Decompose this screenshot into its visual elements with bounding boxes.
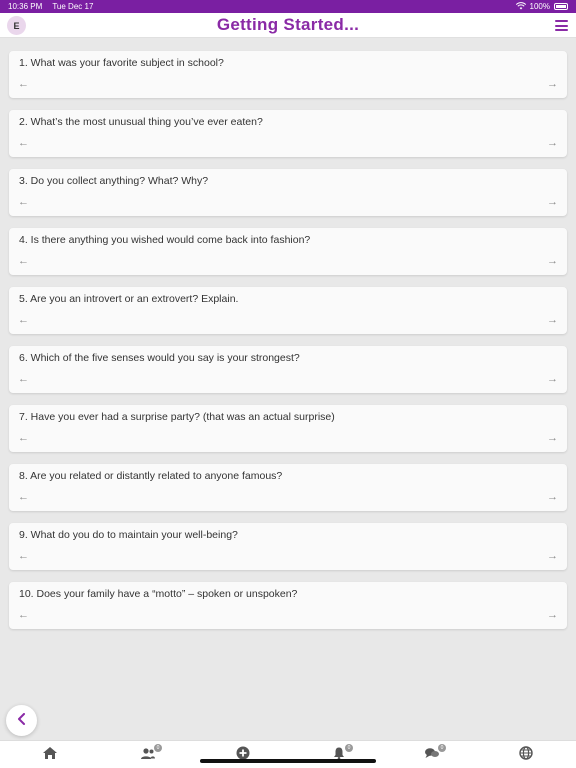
wifi-icon bbox=[515, 1, 526, 12]
question-text: 5. Are you an introvert or an extrovert?… bbox=[19, 293, 239, 305]
arrow-left-icon[interactable]: ← bbox=[18, 255, 29, 267]
arrow-left-icon[interactable]: ← bbox=[18, 196, 29, 208]
question-card[interactable]: 5. Are you an introvert or an extrovert?… bbox=[9, 287, 567, 334]
tab-bar: 0 0 0 bbox=[0, 740, 576, 768]
page-title: Getting Started... bbox=[216, 15, 360, 34]
question-card[interactable]: 3. Do you collect anything? What? Why? ←… bbox=[9, 169, 567, 216]
arrow-right-icon[interactable]: → bbox=[547, 432, 558, 444]
arrow-right-icon[interactable]: → bbox=[547, 550, 558, 562]
question-text: 10. Does your family have a “motto” – sp… bbox=[19, 588, 298, 600]
question-text: 6. Which of the five senses would you sa… bbox=[19, 352, 300, 364]
question-card[interactable]: 6. Which of the five senses would you sa… bbox=[9, 346, 567, 393]
question-card[interactable]: 2. What’s the most unusual thing you’ve … bbox=[9, 110, 567, 157]
chat-badge: 0 bbox=[438, 744, 446, 752]
chevron-left-icon bbox=[17, 712, 27, 730]
battery-icon bbox=[554, 3, 568, 10]
question-text: 2. What’s the most unusual thing you’ve … bbox=[19, 116, 263, 128]
notifications-badge: 0 bbox=[345, 744, 353, 752]
arrow-left-icon[interactable]: ← bbox=[18, 78, 29, 90]
question-card[interactable]: 10. Does your family have a “motto” – sp… bbox=[9, 582, 567, 629]
question-card[interactable]: 1. What was your favorite subject in sch… bbox=[9, 51, 567, 98]
arrow-right-icon[interactable]: → bbox=[547, 314, 558, 326]
status-bar-right: 100% bbox=[515, 1, 568, 12]
status-date: Tue Dec 17 bbox=[52, 2, 94, 11]
status-bar: 10:36 PM Tue Dec 17 100% bbox=[0, 0, 576, 13]
battery-percent: 100% bbox=[529, 2, 550, 11]
arrow-left-icon[interactable]: ← bbox=[18, 491, 29, 503]
arrow-right-icon[interactable]: → bbox=[547, 373, 558, 385]
question-text: 1. What was your favorite subject in sch… bbox=[19, 57, 224, 69]
question-text: 4. Is there anything you wished would co… bbox=[19, 234, 311, 246]
question-text: 3. Do you collect anything? What? Why? bbox=[19, 175, 209, 187]
tab-users[interactable]: 0 bbox=[140, 744, 162, 762]
globe-icon bbox=[519, 745, 533, 765]
question-card[interactable]: 9. What do you do to maintain your well-… bbox=[9, 523, 567, 570]
question-card[interactable]: 7. Have you ever had a surprise party? (… bbox=[9, 405, 567, 452]
question-card[interactable]: 8. Are you related or distantly related … bbox=[9, 464, 567, 511]
arrow-right-icon[interactable]: → bbox=[547, 609, 558, 621]
back-button[interactable] bbox=[6, 705, 37, 736]
tab-home[interactable] bbox=[42, 746, 58, 765]
status-time: 10:36 PM bbox=[8, 2, 43, 11]
arrow-right-icon[interactable]: → bbox=[547, 255, 558, 267]
home-icon bbox=[42, 746, 58, 765]
question-card[interactable]: 4. Is there anything you wished would co… bbox=[9, 228, 567, 275]
hamburger-icon[interactable] bbox=[555, 20, 568, 31]
question-text: 7. Have you ever had a surprise party? (… bbox=[19, 411, 335, 423]
arrow-left-icon[interactable]: ← bbox=[18, 137, 29, 149]
arrow-left-icon[interactable]: ← bbox=[18, 550, 29, 562]
question-text: 9. What do you do to maintain your well-… bbox=[19, 529, 238, 541]
arrow-left-icon[interactable]: ← bbox=[18, 609, 29, 621]
status-bar-left: 10:36 PM Tue Dec 17 bbox=[8, 2, 101, 11]
arrow-right-icon[interactable]: → bbox=[547, 196, 558, 208]
arrow-left-icon[interactable]: ← bbox=[18, 314, 29, 326]
tab-chat[interactable]: 0 bbox=[424, 744, 446, 762]
tab-globe[interactable] bbox=[518, 745, 534, 765]
arrow-right-icon[interactable]: → bbox=[547, 491, 558, 503]
question-text: 8. Are you related or distantly related … bbox=[19, 470, 283, 482]
users-badge: 0 bbox=[154, 744, 162, 752]
arrow-right-icon[interactable]: → bbox=[547, 137, 558, 149]
arrow-right-icon[interactable]: → bbox=[547, 78, 558, 90]
arrow-left-icon[interactable]: ← bbox=[18, 373, 29, 385]
arrow-left-icon[interactable]: ← bbox=[18, 432, 29, 444]
question-list: 1. What was your favorite subject in sch… bbox=[9, 51, 567, 641]
app-header: E Getting Started... bbox=[0, 13, 576, 38]
home-indicator bbox=[200, 759, 376, 763]
avatar[interactable]: E bbox=[7, 16, 26, 35]
